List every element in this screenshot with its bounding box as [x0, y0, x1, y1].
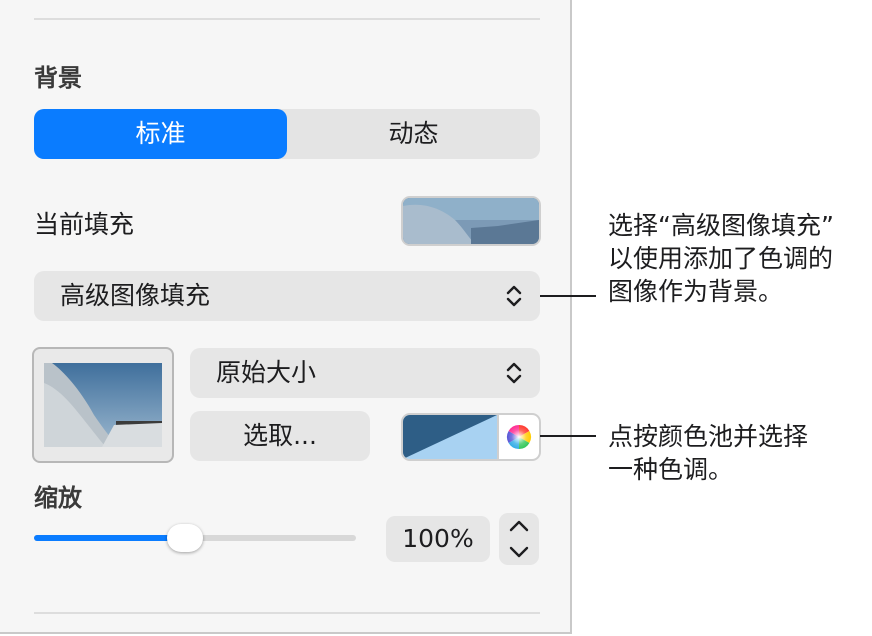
choose-image-button[interactable]: 选取... [190, 411, 370, 461]
color-wheel-icon[interactable] [506, 424, 532, 450]
top-divider [34, 18, 540, 20]
background-section-title: 背景 [34, 64, 82, 92]
callout-line-3: 图像作为背景。 [608, 277, 784, 306]
fill-type-popup[interactable]: 高级图像填充 [34, 271, 540, 321]
chevron-up-icon[interactable] [499, 513, 539, 539]
image-well[interactable] [32, 347, 174, 463]
scale-stepper[interactable] [499, 513, 539, 565]
format-sidebar: 背景 标准 动态 当前填充 高级图像填充 原始大小 选取... 缩放 100% [0, 0, 572, 634]
callout-line-2: 以使用添加了色调的 [608, 244, 834, 273]
callout-line-2: 一种色调。 [608, 455, 734, 484]
fill-popup-callout: 选择“高级图像填充” 以使用添加了色调的 图像作为背景。 [608, 209, 834, 308]
scale-slider-fill [34, 535, 185, 541]
current-fill-swatch[interactable] [401, 196, 541, 246]
tint-separator [497, 415, 499, 459]
image-thumbnail [44, 363, 162, 447]
fill-type-value: 高级图像填充 [60, 281, 211, 310]
tint-color-swatch[interactable] [403, 415, 497, 459]
fill-popup-callout-line [540, 295, 596, 297]
chevron-down-icon[interactable] [499, 539, 539, 565]
tint-callout: 点按颜色池并选择 一种色调。 [608, 420, 808, 486]
current-fill-preview-image [403, 198, 539, 244]
bottom-divider [34, 612, 540, 614]
snow-landscape-image [44, 363, 162, 447]
tint-color-well[interactable] [401, 413, 541, 461]
current-fill-label: 当前填充 [34, 210, 135, 239]
segment-standard[interactable]: 标准 [34, 109, 287, 159]
tint-callout-line [540, 435, 596, 437]
callout-line-1: 点按颜色池并选择 [608, 422, 809, 451]
up-down-chevron-icon [506, 285, 522, 307]
scale-slider-knob[interactable] [167, 524, 203, 552]
scale-section-title: 缩放 [34, 484, 82, 512]
scale-mode-value: 原始大小 [216, 358, 317, 387]
background-mode-segmented-control[interactable]: 标准 动态 [34, 109, 540, 159]
segment-dynamic[interactable]: 动态 [287, 109, 540, 159]
scale-value-field[interactable]: 100% [386, 516, 490, 562]
callout-line-1: 选择“高级图像填充” [608, 211, 834, 240]
up-down-chevron-icon [506, 362, 522, 384]
scale-mode-popup[interactable]: 原始大小 [190, 348, 540, 398]
